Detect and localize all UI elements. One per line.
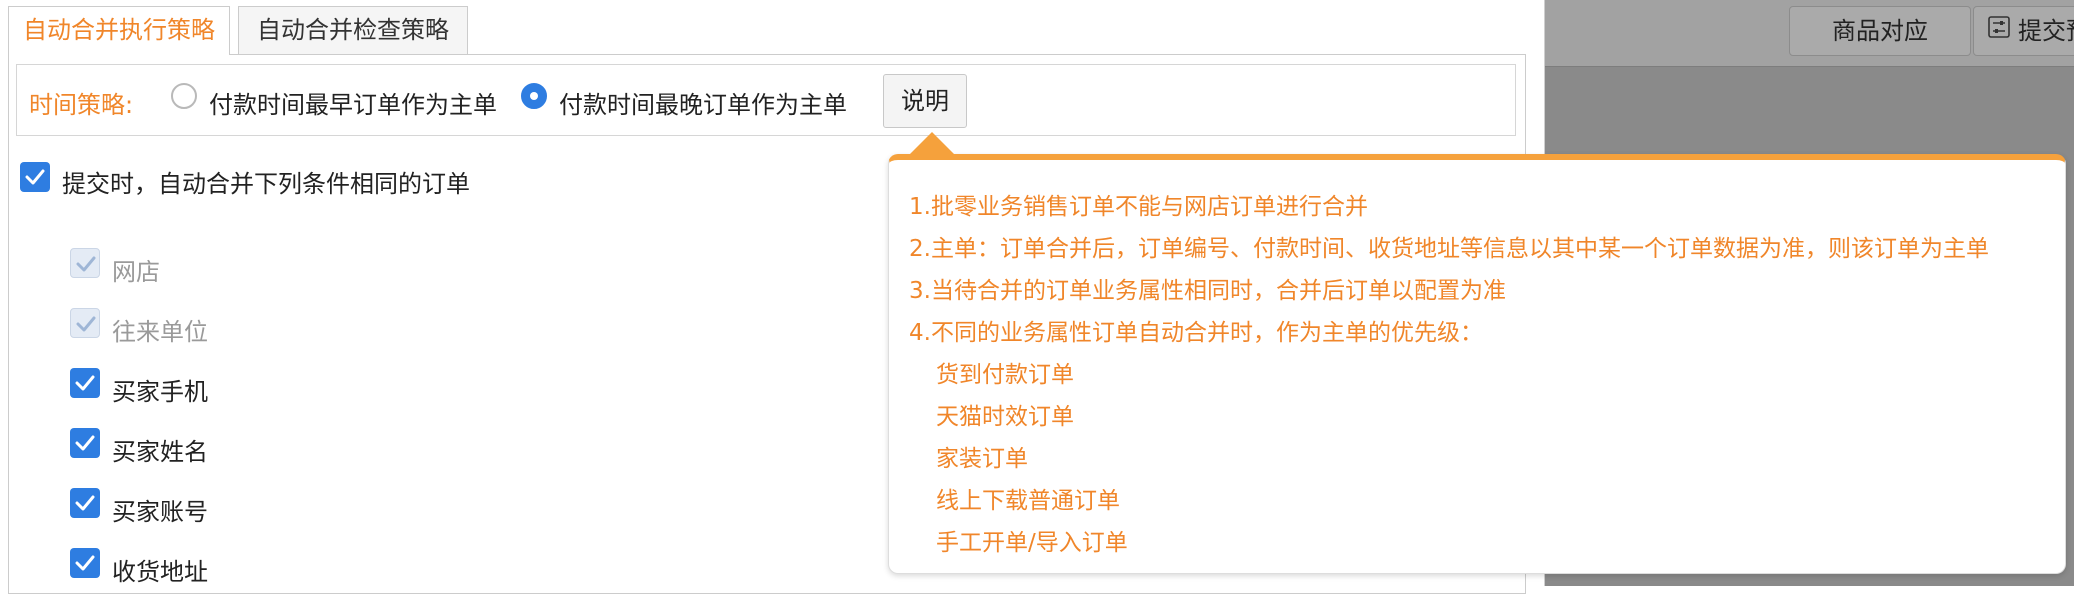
popover-priority-item: 天猫时效订单 <box>936 404 1074 430</box>
popover-priority-item: 线上下载普通订单 <box>936 488 1120 514</box>
submit-button[interactable]: 提交预 <box>1973 6 2074 56</box>
popover-rule-1: 1.批零业务销售订单不能与网店订单进行合并 <box>909 194 1368 220</box>
check-icon <box>76 316 96 332</box>
explanation-popover: 1.批零业务销售订单不能与网店订单进行合并 2.主单：订单合并后，订单编号、付款… <box>888 154 2066 574</box>
condition-label-buyer-phone: 买家手机 <box>112 378 208 406</box>
condition-checkbox-buyer-account[interactable] <box>70 488 100 518</box>
condition-label-partner: 往来单位 <box>112 318 208 346</box>
condition-checkbox-buyer-phone[interactable] <box>70 368 100 398</box>
check-icon <box>75 375 95 391</box>
submit-button-label: 提交预 <box>2018 17 2074 45</box>
radio-earliest-payment-label[interactable]: 付款时间最早订单作为主单 <box>209 85 497 120</box>
time-strategy-row: 时间策略: 付款时间最早订单作为主单 付款时间最晚订单作为主单 说明 <box>16 64 1516 136</box>
tab-merge-check-strategy[interactable]: 自动合并检查策略 <box>238 6 468 54</box>
check-icon <box>75 495 95 511</box>
radio-latest-payment[interactable] <box>521 83 547 109</box>
popover-priority-item: 家装订单 <box>936 446 1028 472</box>
radio-earliest-payment[interactable] <box>171 83 197 109</box>
explain-button[interactable]: 说明 <box>883 74 967 128</box>
condition-checkbox-buyer-name[interactable] <box>70 428 100 458</box>
radio-latest-payment-label[interactable]: 付款时间最晚订单作为主单 <box>559 85 847 120</box>
popover-rule-4: 4.不同的业务属性订单自动合并时，作为主单的优先级： <box>909 320 1483 346</box>
check-icon <box>75 555 95 571</box>
popover-priority-item: 手工开单/导入订单 <box>936 530 1128 556</box>
check-icon <box>75 435 95 451</box>
condition-checkbox-shipping-address[interactable] <box>70 548 100 578</box>
condition-label-shipping-address: 收货地址 <box>112 558 208 586</box>
auto-merge-label: 提交时，自动合并下列条件相同的订单 <box>62 170 470 198</box>
condition-checkbox-shop <box>70 248 100 278</box>
popover-rule-2: 2.主单：订单合并后，订单编号、付款时间、收货地址等信息以其中某一个订单数据为准… <box>909 236 1989 262</box>
popover-arrow <box>908 132 956 156</box>
popover-priority-item: 货到付款订单 <box>936 362 1074 388</box>
check-icon <box>76 256 96 272</box>
background-toolbar: 商品对应 提交预 <box>1545 0 2074 67</box>
condition-label-buyer-account: 买家账号 <box>112 498 208 526</box>
auto-merge-checkbox[interactable] <box>20 162 50 192</box>
popover-rule-3: 3.当待合并的订单业务属性相同时，合并后订单以配置为准 <box>909 278 1506 304</box>
check-icon <box>25 169 45 185</box>
condition-label-shop: 网店 <box>112 258 160 286</box>
condition-label-buyer-name: 买家姓名 <box>112 438 208 466</box>
tab-merge-execution-strategy[interactable]: 自动合并执行策略 <box>8 6 230 55</box>
time-strategy-label: 时间策略: <box>29 91 134 119</box>
condition-checkbox-partner <box>70 308 100 338</box>
settings-sliders-icon <box>1988 7 2010 54</box>
product-mapping-button[interactable]: 商品对应 <box>1789 6 1971 56</box>
